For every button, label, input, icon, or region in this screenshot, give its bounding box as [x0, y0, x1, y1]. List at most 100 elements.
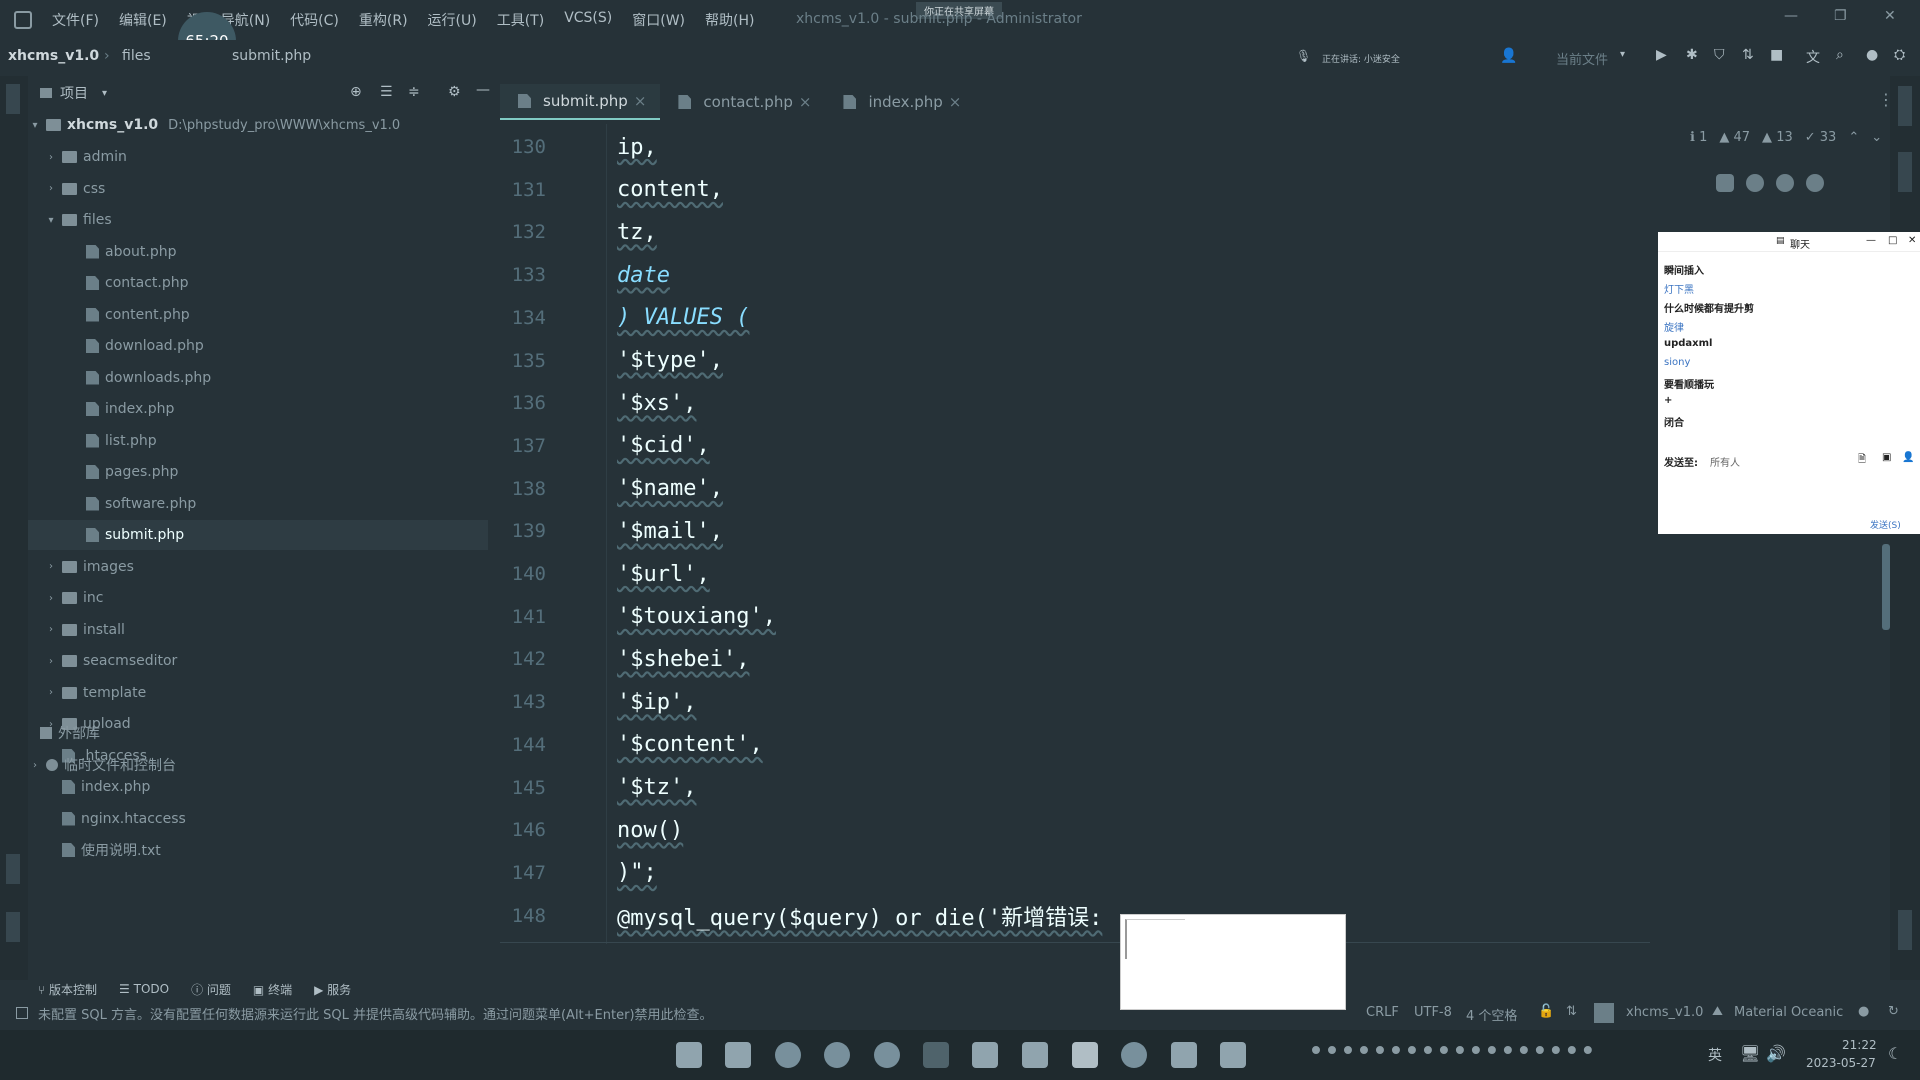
line-number[interactable]: 141 — [500, 606, 546, 628]
code-text[interactable]: date — [617, 263, 670, 288]
tree-file[interactable]: pages.php — [28, 457, 488, 487]
edge-icon[interactable] — [1806, 174, 1824, 192]
typora-icon[interactable] — [972, 1042, 998, 1068]
code-text[interactable]: content, — [617, 177, 723, 202]
tree-folder[interactable]: ▾ files — [28, 205, 488, 235]
line-number[interactable]: 132 — [500, 221, 546, 243]
chevron-right-icon[interactable]: › — [44, 656, 58, 667]
edge-browser-icon[interactable] — [775, 1042, 801, 1068]
tab-contact[interactable]: contact.php × — [660, 84, 825, 120]
code-text[interactable]: '$xs', — [617, 391, 696, 416]
code-text[interactable]: ) VALUES ( — [617, 305, 749, 330]
code-text[interactable]: '$content', — [617, 732, 763, 757]
menu-item[interactable]: 重构(R) — [349, 10, 418, 30]
tool-window-todo[interactable]: ☰ TODO — [119, 982, 169, 996]
tree-folder[interactable]: › seacmseditor — [28, 646, 488, 676]
chevron-down-icon[interactable]: ⌄ — [1871, 130, 1882, 145]
code-text[interactable]: now() — [617, 818, 683, 843]
menu-item[interactable]: VCS(S) — [554, 10, 622, 30]
tool-window-problems[interactable]: ⓘ 问题 — [191, 981, 231, 998]
menu-item[interactable]: 工具(T) — [487, 10, 554, 30]
file-icon[interactable]: 🗎 — [1858, 452, 1866, 469]
project-avatar[interactable] — [1594, 1003, 1614, 1023]
photos-icon[interactable] — [1022, 1042, 1048, 1068]
chevron-down-icon[interactable]: ▾ — [1620, 49, 1625, 60]
menu-item[interactable]: 编辑(E) — [109, 10, 177, 30]
project-name[interactable]: xhcms_v1.0 — [1626, 1005, 1703, 1020]
code-line[interactable]: 143 '$ip', — [500, 681, 1650, 723]
database-tool-icon[interactable] — [1898, 152, 1912, 192]
line-number[interactable]: 133 — [500, 264, 546, 286]
line-number[interactable]: 130 — [500, 136, 546, 158]
tab-submit[interactable]: submit.php × — [500, 84, 661, 120]
tree-file[interactable]: software.php — [28, 489, 488, 519]
tree-folder[interactable]: › template — [28, 678, 488, 708]
code-text[interactable]: '$cid', — [617, 433, 710, 458]
line-number[interactable]: 138 — [500, 478, 546, 500]
code-line[interactable]: 141 '$touxiang', — [500, 596, 1650, 638]
volume-icon[interactable]: 🔊 — [1766, 1044, 1786, 1063]
settings-icon[interactable]: ⛭ — [1894, 47, 1905, 63]
code-line[interactable]: 138 '$name', — [500, 468, 1650, 510]
tree-file[interactable]: content.php — [28, 300, 488, 330]
chat-minimize-icon[interactable]: — — [1866, 235, 1876, 246]
code-editor[interactable]: 130 ip, 131 content, 132 tz, 133 date 134) VALUE… — [500, 124, 1650, 944]
line-number[interactable]: 131 — [500, 179, 546, 201]
line-number[interactable]: 140 — [500, 563, 546, 585]
phpstorm-icon[interactable] — [1171, 1042, 1197, 1068]
app-logo-icon[interactable] — [14, 11, 32, 29]
code-text[interactable]: '$name', — [617, 476, 723, 501]
editor-hscrollbar[interactable] — [500, 942, 1650, 943]
code-text[interactable]: '$type', — [617, 348, 723, 373]
tree-folder[interactable]: › install — [28, 615, 488, 645]
ime-indicator[interactable]: 英 — [1708, 1045, 1722, 1065]
tree-file[interactable]: downloads.php — [28, 363, 488, 393]
tree-file[interactable]: about.php — [28, 237, 488, 267]
chevron-right-icon[interactable]: › — [44, 593, 58, 604]
code-line[interactable]: 144 '$content', — [500, 724, 1650, 766]
firefox-browser-icon[interactable] — [874, 1042, 900, 1068]
locate-icon[interactable]: ⊕ — [350, 84, 362, 100]
memory-icon[interactable]: ● — [1858, 1004, 1869, 1019]
update-icon[interactable]: ● — [1866, 47, 1878, 63]
line-number[interactable]: 145 — [500, 777, 546, 799]
line-number[interactable]: 139 — [500, 520, 546, 542]
run-icon[interactable]: ▶ — [1656, 47, 1667, 63]
code-line[interactable]: 134) VALUES ( — [500, 297, 1650, 339]
translate-icon[interactable]: 文 — [1806, 47, 1820, 67]
phpstorm-browser-icon[interactable] — [1716, 174, 1734, 192]
close-icon[interactable]: ✕ — [1884, 8, 1896, 24]
search-icon[interactable]: ⌕ — [1836, 47, 1844, 63]
bookmarks-tool-icon[interactable] — [6, 912, 20, 942]
project-tool-icon[interactable] — [6, 84, 20, 114]
inspection-widget[interactable]: ℹ 1 ▲ 47 ▲ 13 ✓ 33 ⌃ ⌄ — [1690, 130, 1882, 145]
app-icon[interactable] — [923, 1042, 949, 1068]
run-config-select[interactable]: 当前文件 — [1556, 49, 1608, 68]
stop-icon[interactable]: ■ — [1770, 47, 1783, 63]
code-text[interactable]: '$touxiang', — [617, 604, 776, 629]
code-text[interactable]: '$url', — [617, 562, 710, 587]
code-line[interactable]: 131 content, — [500, 169, 1650, 211]
line-number[interactable]: 135 — [500, 350, 546, 372]
code-line[interactable]: 140 '$url', — [500, 553, 1650, 595]
phpstudy-icon[interactable] — [1072, 1042, 1098, 1068]
chevron-right-icon[interactable]: › — [44, 687, 58, 698]
chrome-icon[interactable] — [1746, 174, 1764, 192]
code-text[interactable]: '$tz', — [617, 775, 696, 800]
chevron-right-icon[interactable]: › — [44, 183, 58, 194]
code-line[interactable]: 135 '$type', — [500, 340, 1650, 382]
code-text[interactable]: '$ip', — [617, 690, 696, 715]
clock-time[interactable]: 21:22 — [1842, 1038, 1877, 1052]
status-message[interactable]: 未配置 SQL 方言。没有配置任何数据源来运行此 SQL 并提供高级代码辅助。通… — [38, 1004, 713, 1023]
breadcrumb-folder[interactable]: files — [122, 48, 151, 64]
code-text[interactable]: '$shebei', — [617, 647, 749, 672]
chevron-right-icon[interactable]: › — [44, 561, 58, 572]
theme-name[interactable]: Material Oceanic — [1734, 1005, 1843, 1020]
chat-close-icon[interactable]: ✕ — [1908, 235, 1916, 246]
menu-item[interactable]: 运行(U) — [418, 10, 487, 30]
tree-root[interactable]: ▾ xhcms_v1.0 D:\phpstudy_pro\WWW\xhcms_v… — [28, 110, 488, 140]
collapse-all-icon[interactable]: ≑ — [408, 84, 420, 100]
tab-index[interactable]: index.php × — [825, 84, 975, 120]
indent-setting[interactable]: 4 个空格 — [1466, 1005, 1517, 1024]
profile-icon[interactable]: ⇅ — [1742, 47, 1754, 63]
